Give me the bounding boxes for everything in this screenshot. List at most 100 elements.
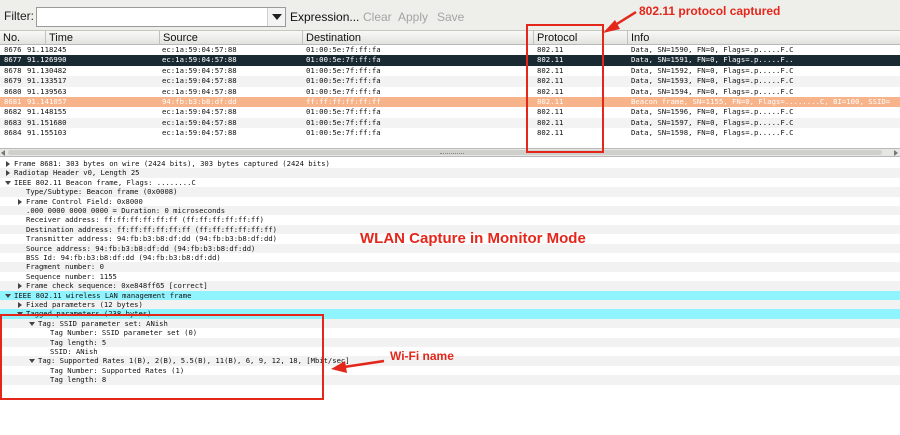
chevron-down-icon bbox=[272, 14, 282, 20]
detail-row[interactable]: Tag Number: SSID parameter set (0) bbox=[0, 328, 900, 337]
collapsed-arrow-icon[interactable] bbox=[16, 197, 26, 206]
packet-cell-info: Data, SN=1594, FN=0, Flags=.p.....F.C bbox=[631, 86, 794, 96]
detail-row-text: BSS Id: 94:fb:b3:b8:df:dd (94:fb:b3:b8:d… bbox=[26, 253, 221, 262]
detail-row-text: IEEE 802.11 Beacon frame, Flags: .......… bbox=[14, 177, 196, 187]
expanded-arrow-icon[interactable] bbox=[4, 291, 14, 300]
collapsed-arrow-icon[interactable] bbox=[4, 159, 14, 168]
packet-cell-time: 91.148155 bbox=[27, 107, 67, 117]
detail-row-text: Tagged parameters (238 bytes) bbox=[26, 309, 152, 319]
column-header-time[interactable]: Time bbox=[46, 31, 160, 45]
packet-cell-destination: 01:00:5e:7f:ff:fa bbox=[306, 65, 381, 75]
packet-cell-destination: 01:00:5e:7f:ff:fa bbox=[306, 45, 381, 54]
packet-cell-no: 8677 bbox=[4, 55, 22, 65]
expanded-arrow-icon[interactable] bbox=[28, 356, 38, 365]
packet-list[interactable]: No. Time Source Destination Protocol Inf… bbox=[0, 31, 900, 148]
packet-cell-info: Data, SN=1593, FN=0, Flags=.p.....F.C bbox=[631, 76, 794, 86]
packet-details-tree[interactable]: Frame 8681: 303 bytes on wire (2424 bits… bbox=[0, 157, 900, 435]
detail-row[interactable]: BSS Id: 94:fb:b3:b8:df:dd (94:fb:b3:b8:d… bbox=[0, 253, 900, 262]
collapsed-arrow-icon[interactable] bbox=[16, 281, 26, 290]
column-header-info[interactable]: Info bbox=[628, 31, 900, 45]
detail-row-text: Type/Subtype: Beacon frame (0x0008) bbox=[26, 187, 178, 197]
detail-row[interactable]: Tag: SSID parameter set: ANish bbox=[0, 318, 900, 329]
expanded-arrow-icon[interactable] bbox=[4, 178, 14, 187]
detail-row-text: Fragment number: 0 bbox=[26, 262, 104, 272]
packet-list-header: No. Time Source Destination Protocol Inf… bbox=[0, 31, 900, 45]
scroll-right-icon[interactable] bbox=[894, 150, 898, 156]
splitter-grip-icon[interactable] bbox=[440, 153, 464, 155]
column-header-protocol[interactable]: Protocol bbox=[534, 31, 628, 45]
detail-row[interactable]: Sequence number: 1155 bbox=[0, 272, 900, 281]
packet-cell-source: ec:1a:59:04:57:88 bbox=[162, 65, 237, 75]
packet-row[interactable]: 8678 91.130482 ec:1a:59:04:57:88 01:00:5e:7… bbox=[0, 65, 900, 77]
pane-splitter[interactable] bbox=[0, 148, 900, 157]
packet-cell-time: 91.118245 bbox=[27, 45, 67, 54]
expression-button[interactable]: Expression... bbox=[290, 10, 359, 24]
detail-row[interactable]: Fragment number: 0 bbox=[0, 262, 900, 272]
packet-cell-no: 8683 bbox=[4, 117, 22, 127]
save-button[interactable]: Save bbox=[437, 10, 464, 24]
collapsed-arrow-icon[interactable] bbox=[4, 168, 14, 177]
packet-cell-time: 91.126990 bbox=[27, 55, 67, 65]
detail-row[interactable]: IEEE 802.11 Beacon frame, Flags: .......… bbox=[0, 178, 900, 187]
detail-row[interactable]: Type/Subtype: Beacon frame (0x0008) bbox=[0, 187, 900, 197]
detail-row-text: Frame check sequence: 0xe848ff65 [correc… bbox=[26, 281, 208, 291]
packet-row[interactable]: 8676 91.118245 ec:1a:59:04:57:88 01:00:5e:7… bbox=[0, 45, 900, 56]
detail-row-text: Transmitter address: 94:fb:b3:b8:df:dd (… bbox=[26, 234, 277, 244]
packet-row[interactable]: 8679 91.133517 ec:1a:59:04:57:88 01:00:5e:7… bbox=[0, 76, 900, 87]
packet-cell-protocol: 802.11 bbox=[537, 128, 564, 138]
packet-cell-no: 8684 bbox=[4, 128, 22, 138]
packet-row[interactable]: 8677 91.126990 ec:1a:59:04:57:88 01:00:5e:7… bbox=[0, 55, 900, 66]
packet-cell-protocol: 802.11 bbox=[537, 55, 564, 65]
column-header-no[interactable]: No. bbox=[0, 31, 46, 45]
detail-row-text: Tag: SSID parameter set: ANish bbox=[38, 318, 168, 328]
detail-row[interactable]: Frame Control Field: 0x8000 bbox=[0, 197, 900, 206]
detail-row[interactable]: Tag length: 5 bbox=[0, 337, 900, 347]
packet-cell-protocol: 802.11 bbox=[537, 65, 564, 75]
detail-row[interactable]: Radiotap Header v0, Length 25 bbox=[0, 168, 900, 178]
column-header-destination[interactable]: Destination bbox=[303, 31, 534, 45]
detail-row-text: Frame Control Field: 0x8000 bbox=[26, 196, 143, 206]
clear-button[interactable]: Clear bbox=[363, 10, 392, 24]
detail-row-text: Source address: 94:fb:b3:b8:df:dd (94:fb… bbox=[26, 243, 256, 253]
detail-row[interactable]: IEEE 802.11 wireless LAN management fram… bbox=[0, 290, 900, 300]
filter-history-dropdown[interactable] bbox=[267, 8, 285, 26]
packet-row[interactable]: 8681 91.141057 94:fb:b3:b8:df:dd ff:ff:ff:f… bbox=[0, 97, 900, 108]
packet-cell-info: Data, SN=1597, FN=0, Flags=.p.....F.C bbox=[631, 117, 794, 127]
packet-cell-no: 8681 bbox=[4, 97, 22, 106]
detail-row[interactable]: Tagged parameters (238 bytes) bbox=[0, 309, 900, 319]
packet-cell-source: ec:1a:59:04:57:88 bbox=[162, 86, 237, 96]
scroll-left-icon[interactable] bbox=[1, 150, 5, 156]
packet-row[interactable]: 8682 91.148155 ec:1a:59:04:57:88 01:00:5e:7… bbox=[0, 107, 900, 118]
packet-cell-source: ec:1a:59:04:57:88 bbox=[162, 45, 237, 54]
detail-row[interactable]: .000 0000 0000 0000 = Duration: 0 micros… bbox=[0, 206, 900, 216]
detail-row[interactable]: Frame check sequence: 0xe848ff65 [correc… bbox=[0, 281, 900, 291]
protocol-annotation: 802.11 protocol captured bbox=[639, 4, 781, 18]
detail-row[interactable]: Receiver address: ff:ff:ff:ff:ff:ff (ff:… bbox=[0, 215, 900, 224]
detail-row[interactable]: Frame 8681: 303 bytes on wire (2424 bits… bbox=[0, 159, 900, 168]
packet-cell-time: 91.151680 bbox=[27, 117, 67, 127]
detail-row-text: Radiotap Header v0, Length 25 bbox=[14, 168, 140, 178]
detail-row[interactable]: Fixed parameters (12 bytes) bbox=[0, 300, 900, 310]
filter-label: Filter: bbox=[4, 9, 34, 23]
main-caption: WLAN Capture in Monitor Mode bbox=[360, 230, 586, 247]
packet-row[interactable]: 8684 91.155103 ec:1a:59:04:57:88 01:00:5e:7… bbox=[0, 128, 900, 139]
detail-row[interactable]: Tag length: 8 bbox=[0, 375, 900, 385]
detail-row-text: IEEE 802.11 wireless LAN management fram… bbox=[14, 290, 192, 300]
packet-cell-protocol: 802.11 bbox=[537, 76, 564, 86]
detail-row[interactable]: Tag Number: Supported Rates (1) bbox=[0, 366, 900, 375]
packet-row[interactable]: 8683 91.151680 ec:1a:59:04:57:88 01:00:5e:7… bbox=[0, 117, 900, 129]
packet-row[interactable]: 8680 91.139563 ec:1a:59:04:57:88 01:00:5e:7… bbox=[0, 86, 900, 97]
filter-input[interactable] bbox=[36, 7, 286, 27]
column-header-source[interactable]: Source bbox=[160, 31, 303, 45]
apply-button[interactable]: Apply bbox=[398, 10, 428, 24]
packet-cell-no: 8679 bbox=[4, 76, 22, 86]
expanded-arrow-icon[interactable] bbox=[28, 319, 38, 328]
detail-row-text: Tag length: 8 bbox=[50, 375, 107, 385]
collapsed-arrow-icon[interactable] bbox=[16, 300, 26, 309]
expanded-arrow-icon[interactable] bbox=[16, 309, 26, 318]
